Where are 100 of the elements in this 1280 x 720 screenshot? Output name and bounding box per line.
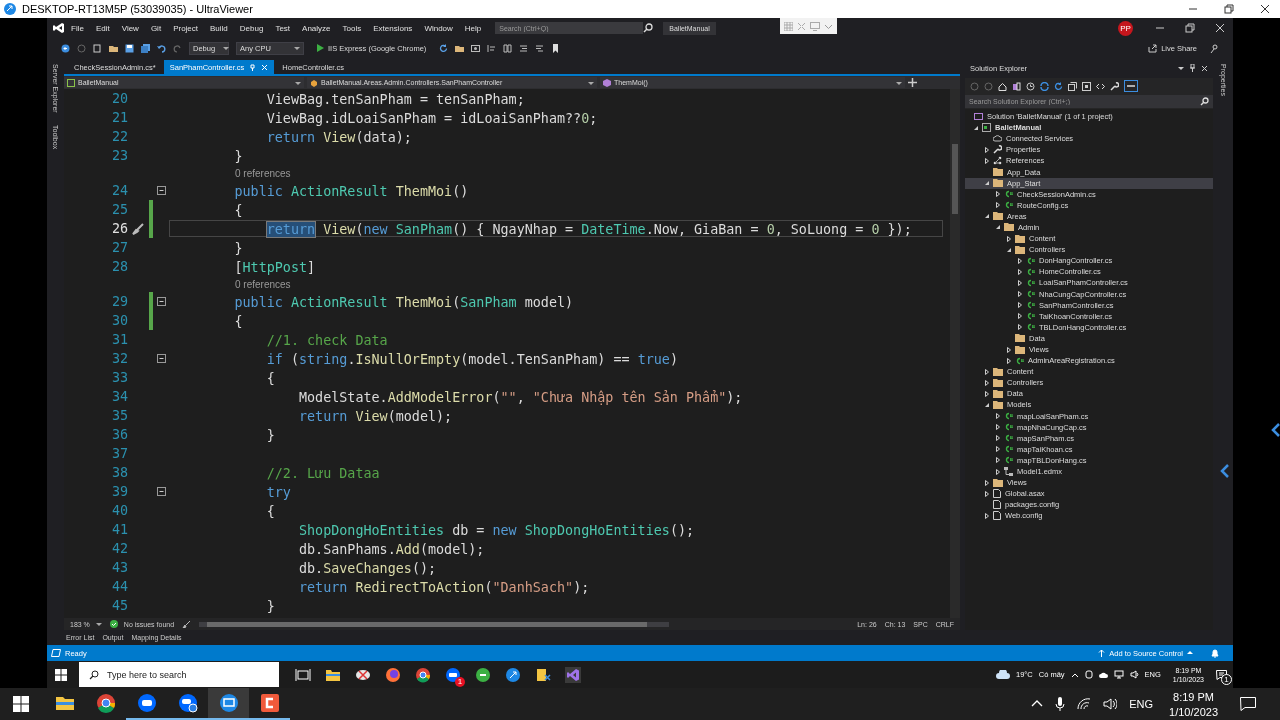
menu-item[interactable]: Build	[204, 23, 234, 33]
microphone-icon[interactable]	[1055, 697, 1066, 711]
horizontal-scrollbar[interactable]	[199, 621, 670, 627]
show-all-files-icon[interactable]	[1082, 81, 1091, 91]
collapse-all-icon[interactable]	[1068, 81, 1077, 91]
chevron-left-icon[interactable]	[1271, 423, 1280, 437]
dropdown-icon[interactable]	[1178, 65, 1184, 71]
history-icon[interactable]	[1026, 81, 1035, 91]
redo-icon[interactable]	[173, 43, 182, 53]
menu-item[interactable]: Extensions	[367, 23, 419, 33]
collapsed-arrow-icon[interactable]	[1016, 257, 1023, 264]
collapsed-arrow-icon[interactable]	[1016, 302, 1023, 309]
code-icon[interactable]	[1096, 81, 1105, 91]
folder-icon[interactable]	[455, 43, 465, 53]
open-folder-icon[interactable]	[109, 43, 118, 53]
collapsed-arrow-icon[interactable]	[994, 202, 1001, 209]
screenshot-icon[interactable]	[471, 43, 481, 53]
preview-toggle-icon[interactable]	[1124, 80, 1138, 92]
collapsed-arrow-icon[interactable]	[1005, 357, 1012, 364]
restore-icon[interactable]	[1224, 4, 1234, 14]
home-icon[interactable]	[998, 81, 1007, 91]
paint-app-icon[interactable]	[535, 666, 551, 683]
search-icon[interactable]	[643, 23, 654, 33]
collapsed-arrow-icon[interactable]	[994, 457, 1001, 464]
menu-item[interactable]: Debug	[233, 23, 270, 33]
collapsed-arrow-icon[interactable]	[983, 146, 990, 153]
expanded-arrow-icon[interactable]	[983, 180, 990, 187]
collapsed-arrow-icon[interactable]	[1005, 235, 1012, 242]
collapse-toggle-icon[interactable]	[157, 487, 166, 496]
wifi-icon[interactable]	[1077, 698, 1092, 710]
avatar-badge[interactable]: PP	[1118, 20, 1133, 36]
collapse-toggle-icon[interactable]	[157, 297, 166, 306]
comment-lines-icon[interactable]	[519, 43, 529, 53]
collapsed-arrow-icon[interactable]	[1005, 346, 1012, 353]
sync-icon[interactable]	[1040, 81, 1049, 91]
pin-icon[interactable]	[249, 63, 257, 71]
spreadsheet-app-icon[interactable]	[475, 666, 491, 683]
task-view-icon[interactable]	[295, 666, 311, 683]
speaker-icon[interactable]	[1103, 698, 1118, 710]
brush-icon[interactable]	[131, 221, 145, 236]
collapse-toggle-icon[interactable]	[157, 186, 166, 195]
vertical-scrollbar[interactable]	[950, 89, 960, 618]
uncomment-lines-icon[interactable]	[535, 43, 545, 53]
fox-logo-icon[interactable]	[385, 666, 401, 683]
wheel-logo-icon[interactable]	[415, 666, 431, 683]
split-icon[interactable]	[908, 78, 917, 87]
brush-icon[interactable]	[182, 620, 192, 628]
collapsed-arrow-icon[interactable]	[983, 368, 990, 375]
search-field[interactable]: Type here to search	[105, 668, 279, 681]
search-box[interactable]: Type here to search	[79, 662, 279, 687]
restore-icon[interactable]	[1185, 23, 1195, 33]
menu-item[interactable]: View	[115, 23, 145, 33]
expanded-arrow-icon[interactable]	[972, 124, 979, 131]
collapsed-arrow-icon[interactable]	[983, 390, 990, 397]
collapsed-arrow-icon[interactable]	[983, 379, 990, 386]
collapse-toggle-icon[interactable]	[157, 354, 166, 363]
collapsed-arrow-icon[interactable]	[994, 191, 1001, 198]
collapsed-arrow-icon[interactable]	[994, 435, 1001, 442]
language-indicator[interactable]: ENG	[1129, 698, 1154, 710]
wrench-icon[interactable]	[1110, 81, 1119, 91]
switch-views-icon[interactable]	[1012, 81, 1021, 91]
refresh-icon[interactable]	[1054, 81, 1063, 91]
camera-icon[interactable]	[1084, 670, 1093, 679]
collapsed-arrow-icon[interactable]	[1016, 268, 1023, 275]
collapsed-arrow-icon[interactable]	[994, 413, 1001, 420]
code-lens-link[interactable]: 0 references	[235, 278, 291, 290]
clock[interactable]: 8:19 PM 1/10/2023	[1169, 690, 1218, 718]
remote-app-icon[interactable]	[505, 666, 521, 683]
collapsed-arrow-icon[interactable]	[1016, 324, 1023, 331]
collapsed-arrow-icon[interactable]	[983, 490, 990, 497]
save-all-icon[interactable]	[141, 43, 150, 53]
cloud-icon[interactable]	[995, 670, 1010, 679]
windows-logo-icon[interactable]	[55, 668, 67, 681]
menu-item[interactable]: Tools	[336, 23, 368, 33]
collapsed-arrow-icon[interactable]	[983, 512, 990, 519]
speaker-icon[interactable]	[1129, 670, 1139, 679]
notifications-icon[interactable]	[1240, 697, 1256, 711]
close-icon[interactable]	[1260, 4, 1270, 14]
bell-icon[interactable]	[1211, 648, 1219, 658]
menu-item[interactable]: Help	[458, 23, 488, 33]
vs-logo-icon[interactable]	[53, 22, 65, 34]
menu-item[interactable]: Window	[418, 23, 459, 33]
cloud-icon[interactable]	[1098, 671, 1108, 678]
code-lens-link[interactable]: 0 references	[235, 167, 291, 179]
align-icon[interactable]	[487, 43, 497, 53]
save-icon[interactable]	[125, 43, 134, 53]
pin-icon[interactable]	[1189, 64, 1196, 72]
collapsed-arrow-icon[interactable]	[983, 157, 990, 164]
network-icon[interactable]	[1113, 670, 1124, 679]
collapsed-arrow-icon[interactable]	[994, 424, 1001, 431]
menu-item[interactable]: Test	[269, 23, 297, 33]
collapsed-arrow-icon[interactable]	[994, 468, 1001, 475]
menu-item[interactable]: Git	[144, 23, 168, 33]
menu-item[interactable]: Analyze	[296, 23, 337, 33]
remote-app-icon[interactable]	[218, 693, 239, 713]
collapsed-arrow-icon[interactable]	[983, 479, 990, 486]
chat-app-icon[interactable]	[136, 693, 157, 713]
vs-app-icon[interactable]	[565, 666, 581, 683]
collapsed-arrow-icon[interactable]	[994, 446, 1001, 453]
undo-icon[interactable]	[157, 43, 166, 53]
